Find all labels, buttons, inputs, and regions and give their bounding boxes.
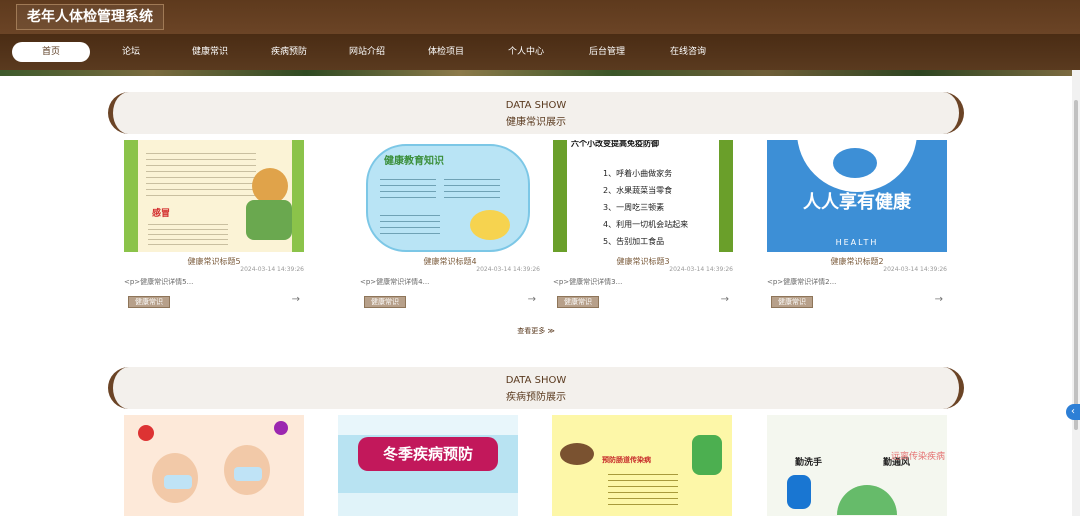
nav-item-consult[interactable]: 在线咨询: [663, 42, 713, 62]
health-card-3[interactable]: 六个小改变提高免疫防御 1、呼着小曲做家务 2、水果蔬菜当零食 3、一周吃三顿素…: [553, 140, 733, 312]
health-card-image-line: 4、利用一切机会站起来: [603, 220, 689, 229]
view-more-link[interactable]: 查看更多 ≫: [0, 326, 1072, 336]
health-card-4[interactable]: 人人享有健康 HEALTH 健康常识标题2 2024-03-14 14:39:2…: [767, 140, 947, 312]
disease-section-title: 疾病预防展示: [506, 392, 566, 403]
disease-card-3[interactable]: 预防肠道传染病: [552, 415, 732, 516]
hero-banner-strip: [0, 70, 1072, 76]
top-bar: 老年人体检管理系统: [0, 0, 1080, 34]
health-card-desc: <p>健康常识详情3...: [553, 278, 623, 286]
health-card-tag[interactable]: 健康常识: [364, 296, 406, 308]
health-card-image-line: 5、告别加工食品: [603, 237, 665, 246]
health-card-image[interactable]: 感冒: [124, 140, 304, 252]
health-card-date: 2024-03-14 14:39:26: [883, 266, 947, 273]
health-card-image-text: 感冒: [152, 209, 171, 219]
health-card-date: 2024-03-14 14:39:26: [669, 266, 733, 273]
health-section-title: 健康常识展示: [506, 117, 566, 128]
health-card-image-text: 六个小改变提高免疫防御: [571, 140, 659, 148]
nav-item-checkup-items[interactable]: 体检项目: [421, 42, 471, 62]
health-card-image-text: 健康教育知识: [384, 156, 444, 167]
health-card-desc: <p>健康常识详情5...: [124, 278, 194, 286]
health-card-desc: <p>健康常识详情2...: [767, 278, 837, 286]
health-card-title[interactable]: 健康常识标题3: [553, 256, 733, 266]
health-card-image-sub: HEALTH: [835, 238, 879, 247]
disease-section-en: DATA SHOW: [505, 375, 567, 386]
nav-item-forum[interactable]: 论坛: [108, 42, 154, 62]
health-card-date: 2024-03-14 14:39:26: [476, 266, 540, 273]
health-card-image-line: 2、水果蔬菜当零食: [603, 186, 673, 195]
chevron-left-icon[interactable]: ‹: [1066, 404, 1080, 420]
arrow-right-icon[interactable]: →: [721, 294, 729, 305]
nav-item-health-knowledge[interactable]: 健康常识: [185, 42, 235, 62]
health-card-1[interactable]: 感冒 健康常识标题5 2024-03-14 14:39:26 <p>健康常识详情…: [124, 140, 304, 312]
health-card-tag[interactable]: 健康常识: [771, 296, 813, 308]
disease-card-1[interactable]: [124, 415, 304, 516]
scrollbar-thumb[interactable]: [1074, 100, 1078, 430]
arrow-right-icon[interactable]: →: [292, 294, 300, 305]
health-card-image-text: 人人享有健康: [803, 192, 911, 213]
disease-card-image[interactable]: [124, 415, 304, 516]
health-card-2[interactable]: 健康教育知识 健康常识标题4 2024-03-14 14:39:26 <p>健康…: [360, 140, 540, 312]
arrow-right-icon[interactable]: →: [935, 294, 943, 305]
health-section-en: DATA SHOW: [505, 100, 567, 111]
main-nav: 首页 论坛 健康常识 疾病预防 网站介绍 体检项目 个人中心 后台管理 在线咨询: [0, 34, 1080, 70]
app-title[interactable]: 老年人体检管理系统: [16, 4, 164, 30]
disease-card-image[interactable]: 勤洗手 勤通风 远离传染疾病: [767, 415, 947, 516]
disease-card-image[interactable]: 冬季疾病预防: [338, 415, 518, 516]
disease-section-header: DATA SHOW 疾病预防展示: [108, 367, 964, 409]
health-card-desc: <p>健康常识详情4...: [360, 278, 430, 286]
nav-item-admin[interactable]: 后台管理: [582, 42, 632, 62]
nav-item-home[interactable]: 首页: [12, 42, 90, 62]
health-card-image[interactable]: 六个小改变提高免疫防御 1、呼着小曲做家务 2、水果蔬菜当零食 3、一周吃三顿素…: [553, 140, 733, 252]
disease-card-image-text: 预防肠道传染病: [602, 456, 651, 464]
disease-card-4[interactable]: 勤洗手 勤通风 远离传染疾病: [767, 415, 947, 516]
health-section-header: DATA SHOW 健康常识展示: [108, 92, 964, 134]
disease-card-image-text: 冬季疾病预防: [382, 445, 473, 463]
nav-item-profile[interactable]: 个人中心: [501, 42, 551, 62]
health-card-title[interactable]: 健康常识标题2: [767, 256, 947, 266]
nav-item-site-intro[interactable]: 网站介绍: [342, 42, 392, 62]
health-card-image-line: 1、呼着小曲做家务: [603, 169, 673, 178]
disease-card-image-text3: 远离传染疾病: [891, 452, 946, 462]
health-card-title[interactable]: 健康常识标题4: [360, 256, 540, 266]
page-scrollbar[interactable]: [1072, 70, 1080, 516]
health-card-image[interactable]: 健康教育知识: [360, 140, 540, 252]
nav-item-disease-prevention[interactable]: 疾病预防: [264, 42, 314, 62]
health-card-date: 2024-03-14 14:39:26: [240, 266, 304, 273]
health-card-tag[interactable]: 健康常识: [557, 296, 599, 308]
disease-card-image[interactable]: 预防肠道传染病: [552, 415, 732, 516]
health-card-image[interactable]: 人人享有健康 HEALTH: [767, 140, 947, 252]
health-card-image-line: 3、一周吃三顿素: [603, 203, 665, 212]
disease-card-2[interactable]: 冬季疾病预防: [338, 415, 518, 516]
disease-card-image-text: 勤洗手: [795, 458, 823, 468]
arrow-right-icon[interactable]: →: [528, 294, 536, 305]
health-card-tag[interactable]: 健康常识: [128, 296, 170, 308]
health-card-title[interactable]: 健康常识标题5: [124, 256, 304, 266]
